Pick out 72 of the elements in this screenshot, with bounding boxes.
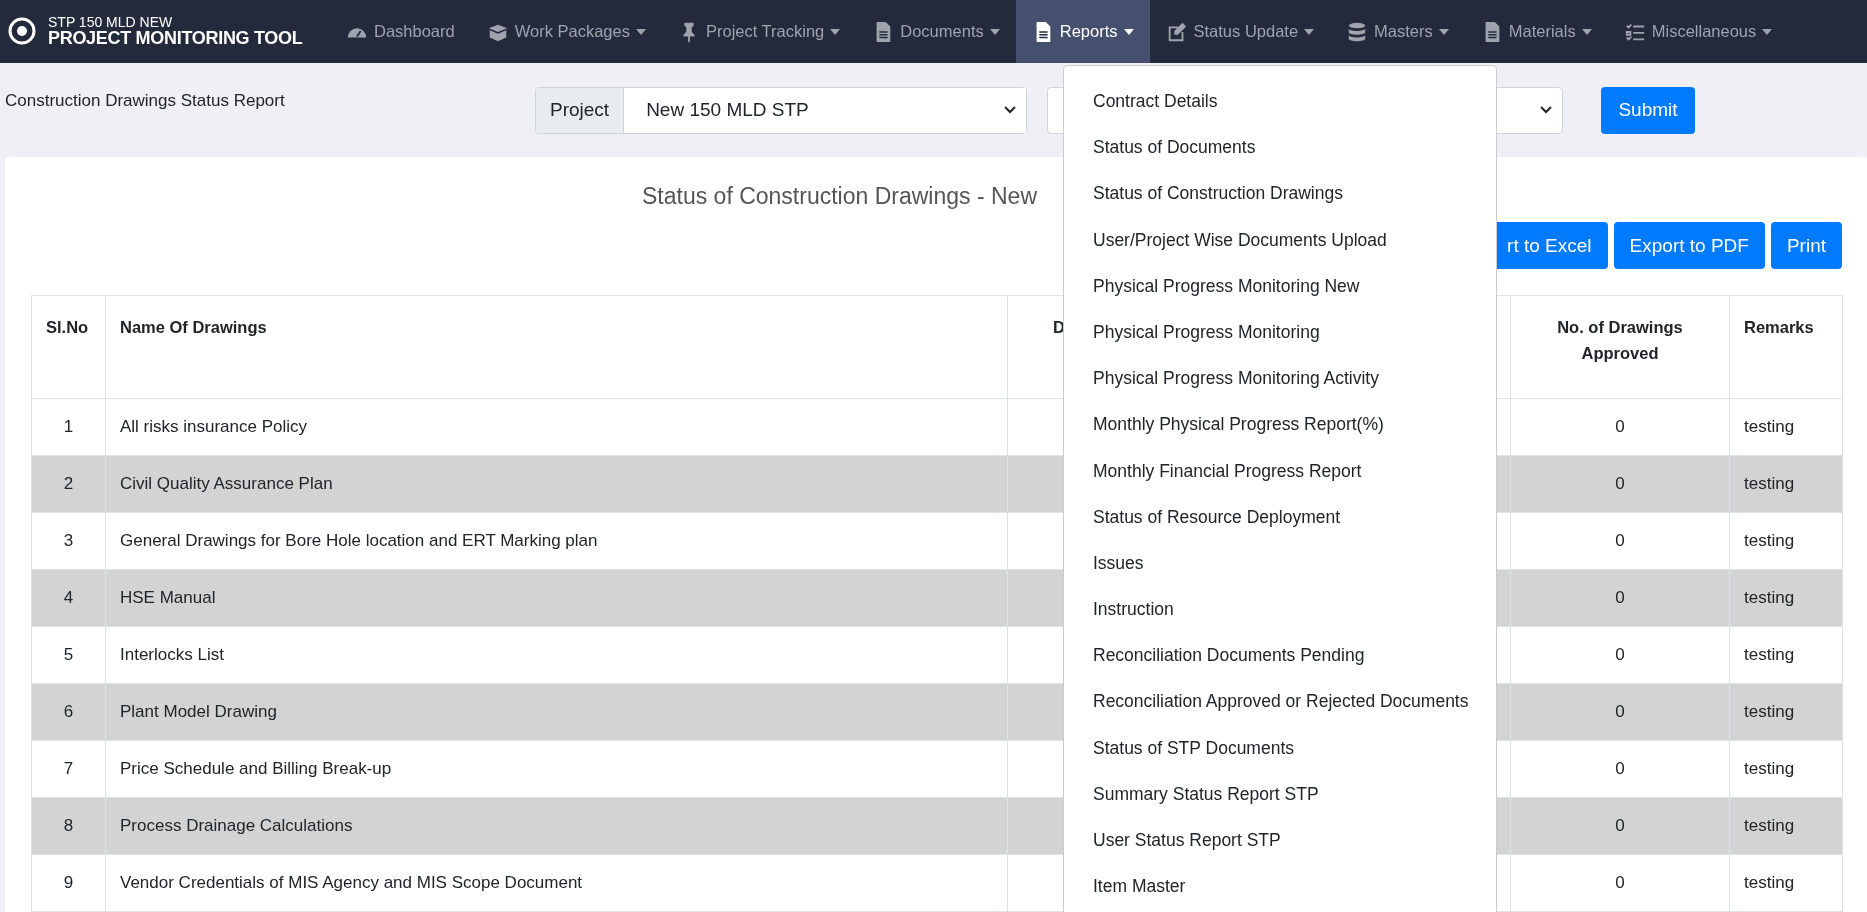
table-cell: 0 <box>1510 398 1730 456</box>
table-cell: testing <box>1729 854 1843 912</box>
column-header: No. of Drawings Approved <box>1510 295 1730 399</box>
export-button[interactable]: Print <box>1770 222 1842 269</box>
nav-item[interactable]: Masters <box>1330 0 1465 63</box>
table-cell: Vendor Credentials of MIS Agency and MIS Scope Document <box>105 854 1008 912</box>
table-cell: 0 <box>1510 569 1730 627</box>
menu-item[interactable]: Contract Details <box>1064 78 1247 125</box>
table-cell: 2 <box>31 455 106 513</box>
table-cell: testing <box>1729 455 1843 513</box>
table-cell: testing <box>1729 512 1843 570</box>
submit-button[interactable]: Submit <box>1601 86 1695 134</box>
table-cell: 0 <box>1510 740 1730 798</box>
table-cell: 0 <box>1510 797 1730 855</box>
menu-item[interactable]: Instruction <box>1064 586 1203 633</box>
table-cell: testing <box>1729 398 1843 456</box>
menu-item[interactable]: User Status Report STP <box>1064 817 1310 864</box>
target-icon <box>8 17 36 46</box>
table-cell: 8 <box>31 797 106 855</box>
table-cell: testing <box>1729 626 1843 684</box>
table-cell: testing <box>1729 683 1843 741</box>
table-cell: All risks insurance Policy <box>105 398 1008 456</box>
table-cell: 4 <box>31 569 106 627</box>
table-cell: testing <box>1729 797 1843 855</box>
menu-item[interactable]: Issues <box>1064 539 1173 587</box>
nav-item[interactable]: Status Update <box>1149 0 1331 63</box>
table-cell: Plant Model Drawing <box>105 683 1008 741</box>
report-heading: Status of Construction Drawings - New <box>642 182 1037 211</box>
nav-item[interactable]: Materials <box>1464 0 1608 63</box>
page-title: Construction Drawings Status Report <box>5 91 285 111</box>
table-cell: 9 <box>31 854 106 912</box>
menu-item[interactable]: Status of Documents <box>1064 124 1285 171</box>
nav-item[interactable]: Work Packages <box>470 0 662 63</box>
menu-item[interactable]: Physical Progress Monitoring Activity <box>1064 355 1408 402</box>
table-cell: Interlocks List <box>105 626 1008 684</box>
nav-item[interactable]: Reports <box>1015 0 1150 63</box>
table-cell: General Drawings for Bore Hole location and ERT Marking plan <box>105 512 1008 570</box>
brand-subtitle: STP 150 MLD NEW <box>48 14 174 30</box>
menu-item[interactable]: Status of Resource Deployment <box>1064 493 1370 540</box>
table-cell: testing <box>1729 740 1843 798</box>
table-cell: 0 <box>1510 626 1730 684</box>
table-cell: 0 <box>1510 512 1730 570</box>
table-cell: 0 <box>1510 455 1730 513</box>
chevron-down-icon <box>1540 106 1552 114</box>
nav-item[interactable]: Project Tracking <box>662 0 857 63</box>
column-header: Sl.No <box>31 295 106 399</box>
table-cell: 0 <box>1510 854 1730 912</box>
menu-item[interactable]: Reconciliation Approved or Rejected Documents <box>1064 678 1498 725</box>
table-cell: Price Schedule and Billing Break-up <box>105 740 1008 798</box>
table-cell: 1 <box>31 398 106 456</box>
table-cell: Civil Quality Assurance Plan <box>105 455 1008 513</box>
nav-item[interactable]: Documents <box>856 0 1016 63</box>
table-cell: 3 <box>31 512 106 570</box>
table-cell: testing <box>1729 569 1843 627</box>
menu-item[interactable]: User/Project Wise Documents Upload <box>1064 216 1416 263</box>
menu-item[interactable]: Monthly Financial Progress Report <box>1064 447 1391 494</box>
menu-item[interactable]: Status of Construction Drawings <box>1064 170 1372 217</box>
export-button[interactable]: Export to PDF <box>1613 222 1765 269</box>
brand-title: PROJECT MONITORING TOOL <box>48 29 303 49</box>
table-cell: 7 <box>31 740 106 798</box>
menu-item[interactable]: Physical Progress Monitoring <box>1064 308 1349 356</box>
nav-item[interactable]: Dashboard <box>330 0 471 63</box>
table-cell: 0 <box>1510 683 1730 741</box>
menu-item[interactable]: Status of STP Documents <box>1064 724 1324 771</box>
column-header: Remarks <box>1729 295 1843 399</box>
column-header: Name Of Drawings <box>105 295 1008 399</box>
table-cell: 5 <box>31 626 106 684</box>
nav-item[interactable]: Miscellaneous <box>1607 0 1789 63</box>
table-cell: Process Drainage Calculations <box>105 797 1008 855</box>
table-cell: HSE Manual <box>105 569 1008 627</box>
table-cell: 6 <box>31 683 106 741</box>
menu-item[interactable]: Summary Status Report STP <box>1064 770 1348 817</box>
